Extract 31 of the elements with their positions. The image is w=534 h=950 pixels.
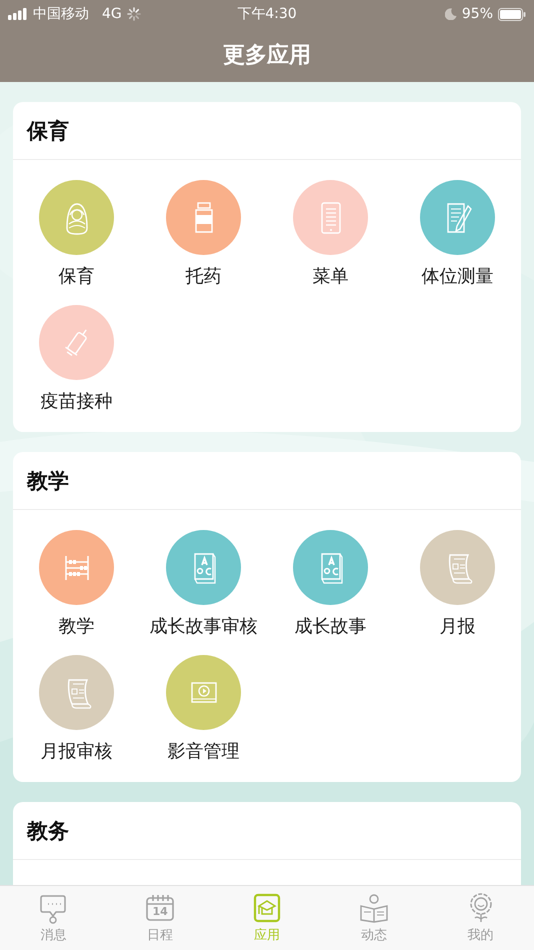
loading-spinner-icon bbox=[126, 7, 141, 21]
network-type: 4G bbox=[102, 6, 122, 22]
calendar-day: 14 bbox=[144, 905, 176, 918]
section-title: 教务 bbox=[27, 818, 69, 844]
tab[interactable]: 14 日程 bbox=[106, 886, 214, 950]
app-label: 托药 bbox=[186, 265, 222, 289]
page-title: 更多应用 bbox=[223, 42, 311, 70]
app-label: 菜单 bbox=[312, 265, 348, 289]
app-label: 成长故事 bbox=[294, 615, 366, 639]
tab[interactable]: 动态 bbox=[320, 886, 428, 950]
carrier-name: 中国移动 bbox=[33, 5, 89, 23]
status-time: 下午4:30 bbox=[237, 5, 297, 23]
app-label: 体位测量 bbox=[422, 265, 494, 289]
app-label: 成长故事审核 bbox=[150, 615, 258, 639]
app-label: 教学 bbox=[58, 615, 94, 639]
moon-icon bbox=[444, 8, 457, 20]
tab[interactable]: 我的 bbox=[427, 886, 534, 950]
section-title: 保育 bbox=[27, 118, 69, 144]
reading-child-icon bbox=[358, 892, 390, 924]
app-label: 月报审核 bbox=[40, 740, 112, 764]
section-title: 教学 bbox=[27, 468, 69, 494]
calendar-icon bbox=[144, 892, 176, 924]
app-label: 疫苗接种 bbox=[40, 390, 112, 414]
app-label: 月报 bbox=[440, 615, 476, 639]
app-label: 影音管理 bbox=[168, 740, 240, 764]
signal-icon bbox=[8, 8, 28, 20]
battery-percent: 95% bbox=[462, 6, 493, 22]
app-label: 保育 bbox=[58, 265, 94, 289]
tab[interactable]: 应用 bbox=[214, 886, 320, 950]
battery-icon bbox=[498, 8, 526, 20]
tab[interactable]: 消息 bbox=[0, 886, 107, 950]
